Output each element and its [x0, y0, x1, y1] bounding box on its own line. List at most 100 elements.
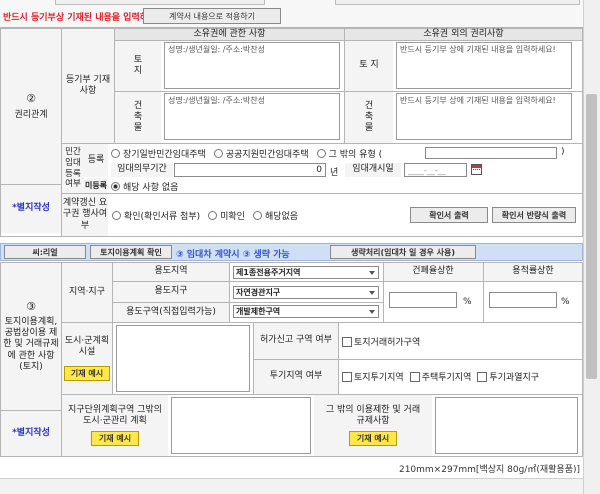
start-date-input[interactable]: ____-__-__	[404, 163, 467, 177]
speculation-house-label: 주택투기지역	[421, 373, 472, 383]
speculation-label: 투기지역 여부	[254, 360, 338, 394]
bottom-strip	[0, 478, 583, 494]
owner-land-textarea[interactable]: 성명:/생년월일: /주소:박찬성	[164, 42, 340, 89]
coverage-percent: %	[463, 297, 472, 307]
calendar-icon[interactable]	[471, 164, 482, 175]
coverage-input[interactable]	[389, 292, 457, 308]
top-right-stub	[335, 0, 580, 5]
other-land-label: 토 지	[345, 41, 393, 91]
land-use-notice: ③ 임대차 계약시 ③ 생략 가능	[176, 250, 290, 260]
urban-plan-textarea[interactable]	[116, 325, 250, 392]
renewal-confirm-label: 확인(확인서류 첨부)	[124, 211, 201, 222]
other-header: 소유권 외의 권리사항	[345, 29, 582, 40]
permit-option-label: 토지거래허가구역	[354, 338, 421, 348]
registry-label: 등기부 기재사항	[62, 29, 114, 143]
private-rental-label: 민간 임대 등록 여부	[62, 144, 84, 193]
use-district-select[interactable]: 자연경관지구	[233, 286, 379, 299]
rights-label: ② 권리관계	[1, 29, 61, 184]
urban-plan-text: 도시·군계획 시설	[64, 335, 110, 357]
owner-building-textarea[interactable]: 성명:/생년월일: /주소:박찬성	[164, 93, 340, 140]
renewal-na-label: 해당없음	[264, 211, 299, 222]
obligation-period-unit: 년	[330, 168, 339, 178]
use-district-value: 자연경관지구	[236, 288, 281, 297]
far-label: 용적률상한	[484, 263, 582, 281]
renewal-unconfirmed-radio[interactable]	[208, 210, 218, 220]
land-use-title: 토지이용계획, 공법상이용 제한 및 거래규제에 관한 사항 (토지)	[3, 316, 59, 372]
use-area-select[interactable]: 제1종전용주거지역	[233, 266, 379, 279]
land-use-attach-label[interactable]: *별지작성	[1, 411, 61, 456]
registered-label: 등록	[84, 144, 108, 177]
owner-header: 소유권에 관한 사항	[115, 29, 344, 40]
renewal-confirm-radio[interactable]	[112, 210, 121, 220]
speculation-land-label: 토지투기지역	[354, 373, 404, 383]
rental-type-other: 그 밖의 유형 (	[328, 150, 383, 160]
permit-checkbox[interactable]	[342, 336, 352, 347]
top-left-stub	[55, 0, 265, 5]
other-restriction-label: 그 밖의 이용제한 및 거래규제사항 기재 예시	[314, 395, 432, 456]
confirm-print-button[interactable]: 확인서 출력	[410, 207, 488, 223]
rights-number: ②	[26, 92, 36, 105]
other-building-textarea[interactable]: 반드시 등기부 상에 기재된 내용을 입력하세요!	[396, 93, 572, 140]
obligation-period-label: 임대의무기간	[111, 163, 173, 177]
renewal-options: 확인(확인서류 첨부) 미확인 해당없음	[112, 209, 299, 222]
urban-plan-example-button[interactable]: 기재 예시	[64, 366, 110, 382]
district-plan-label: 지구단위계획구역 그밖의 도시·군관리 계획 기재 예시	[62, 395, 168, 456]
land-plan-button[interactable]: 토지이용계획 확인	[90, 245, 172, 259]
land-use-label: ③ 토지이용계획, 공법상이용 제한 및 거래규제에 관한 사항 (토지)	[1, 263, 61, 410]
other-type-close: )	[561, 147, 565, 157]
unregistered-label: 미등록	[84, 178, 108, 193]
speculation-options: 토지투기지역 주택투기지역 투기과열지구	[342, 371, 540, 383]
obligation-period-input[interactable]: 0	[174, 163, 326, 177]
speculation-land-checkbox[interactable]	[342, 371, 352, 382]
urban-plan-label: 도시·군계획 시설 기재 예시	[62, 323, 112, 394]
none-option-label: 해당 사항 없음	[123, 182, 179, 193]
rental-type-long-radio[interactable]	[111, 149, 120, 158]
use-district-label: 용도지구	[113, 282, 229, 302]
none-option-radio[interactable]	[111, 181, 120, 191]
owner-building-label: 건 축 물	[115, 92, 161, 143]
rental-type-public-radio[interactable]	[213, 149, 223, 158]
none-option-row: 해당 사항 없음	[111, 180, 179, 193]
obligation-period-value: 0	[316, 165, 322, 175]
apply-contract-button[interactable]: 계약서 내용으로 적용하기	[143, 8, 281, 24]
far-percent: %	[561, 297, 570, 307]
use-area-label: 용도지역	[113, 263, 229, 281]
rights-title: 권리관계	[14, 109, 48, 120]
start-date-placeholder: ____-__-__	[408, 165, 446, 175]
renewal-na-radio[interactable]	[252, 210, 262, 220]
rental-type-other-radio[interactable]	[316, 149, 326, 158]
other-restriction-text: 그 밖의 이용제한 및 거래규제사항	[325, 404, 421, 426]
renewal-unconfirmed-label: 미확인	[220, 211, 245, 222]
other-type-input[interactable]	[425, 147, 557, 159]
district-plan-text: 지구단위계획구역 그밖의 도시·군관리 계획	[68, 404, 162, 426]
paper-spec-footer: 210mm×297mm[백상지 80g/㎡(재활용품)]	[398, 465, 580, 475]
rights-attach-label[interactable]: *별지작성	[1, 185, 61, 233]
other-restriction-example-button[interactable]: 기재 예시	[349, 431, 397, 447]
renewal-label: 계약갱신 요구권 행사여부	[62, 194, 108, 236]
other-restriction-textarea[interactable]	[435, 397, 578, 454]
omit-button[interactable]: 생략처리(임대차 일 경우 사용)	[330, 245, 476, 259]
land-use-bar	[0, 243, 583, 261]
speculation-overheat-checkbox[interactable]	[477, 371, 488, 382]
use-zone-label: 용도구역(직접입력가능)	[113, 303, 229, 322]
scrollbar-thumb[interactable]	[586, 94, 597, 379]
ri-button[interactable]: 씨:리얼	[4, 245, 86, 259]
rental-type-long: 장기일반민간임대주택	[123, 150, 206, 160]
coverage-label: 건폐율상한	[383, 263, 483, 281]
refusal-print-button[interactable]: 확인서 반량식 출력	[492, 207, 576, 223]
far-input[interactable]	[489, 292, 557, 308]
region-label: 지역·지구	[62, 263, 112, 322]
speculation-overheat-label: 투기과열지구	[489, 373, 540, 383]
other-land-textarea[interactable]: 반드시 등기부 상에 기재된 내용을 입력하세요!	[396, 42, 572, 89]
land-use-number: ③	[26, 300, 36, 313]
speculation-house-checkbox[interactable]	[409, 371, 420, 382]
permit-label: 허가신고 구역 여부	[254, 323, 338, 359]
owner-land-label: 토 지	[115, 41, 161, 91]
district-plan-example-button[interactable]: 기재 예시	[91, 431, 139, 447]
district-plan-textarea[interactable]	[171, 397, 311, 454]
start-date-label: 임대개시일	[345, 163, 401, 177]
use-zone-select[interactable]: 개발제한구역	[233, 305, 379, 318]
use-area-value: 제1종전용주거지역	[236, 268, 301, 277]
permit-option: 토지거래허가구역	[342, 336, 421, 348]
use-zone-value: 개발제한구역	[236, 307, 281, 316]
